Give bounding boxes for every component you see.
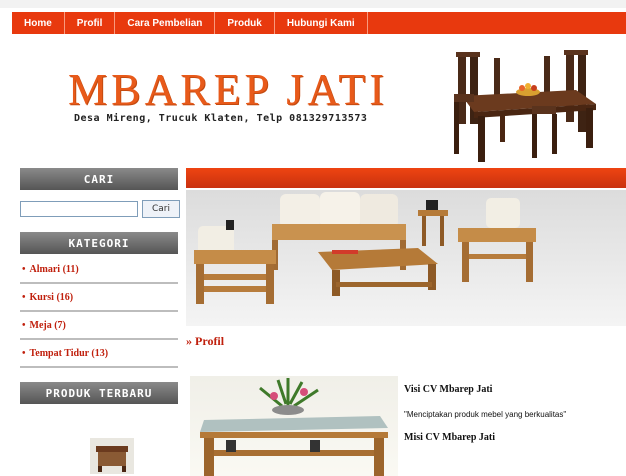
search-row: Cari — [20, 200, 186, 218]
category-list: • Almari (11) • Kursi (16) • Meja (7) • Temp… — [20, 256, 186, 368]
search-input[interactable] — [20, 201, 138, 217]
browser-top-strip — [0, 0, 626, 8]
category-label: Almari (11) — [29, 263, 79, 275]
new-products-heading: PRODUK TERBARU — [20, 382, 178, 404]
main-nav: Home Profil Cara Pembelian Produk Hubung… — [12, 12, 626, 34]
bullet-icon: • — [22, 319, 26, 331]
visi-heading: Visi CV Mbarep Jati — [404, 384, 493, 395]
search-button[interactable]: Cari — [142, 200, 180, 218]
profile-photo — [190, 376, 398, 476]
glass-table-image — [200, 378, 388, 476]
category-label: Kursi (16) — [29, 291, 74, 303]
content-header-bar — [186, 168, 626, 188]
category-almari[interactable]: • Almari (11) — [20, 256, 178, 284]
nav-cara-pembelian[interactable]: Cara Pembelian — [115, 12, 216, 34]
category-heading: KATEGORI — [20, 232, 178, 254]
nav-profil[interactable]: Profil — [65, 12, 116, 34]
new-product-thumbnail[interactable] — [90, 438, 134, 474]
nav-hubungi-kami[interactable]: Hubungi Kami — [275, 12, 368, 34]
bullet-icon: • — [22, 263, 26, 275]
category-meja[interactable]: • Meja (7) — [20, 312, 178, 340]
nav-produk[interactable]: Produk — [215, 12, 275, 34]
site-logo-title[interactable]: MBAREP JATI — [68, 64, 388, 115]
sofa-set-image — [194, 192, 536, 304]
main-content: » Profil Visi CV Mbarep Jati "Menciptaka… — [186, 168, 626, 476]
profil-section-link[interactable]: » Profil — [186, 334, 224, 349]
category-label: Meja (7) — [29, 319, 66, 331]
living-room-banner — [186, 190, 626, 326]
bullet-icon: • — [22, 347, 26, 359]
site-address: Desa Mireng, Trucuk Klaten, Telp 0813297… — [74, 113, 368, 124]
page-frame: Home Profil Cara Pembelian Produk Hubung… — [12, 8, 626, 476]
bullet-icon: • — [22, 291, 26, 303]
site-header: MBAREP JATI Desa Mireng, Trucuk Klaten, … — [12, 34, 626, 166]
misi-heading: Misi CV Mbarep Jati — [404, 432, 496, 443]
visi-statement: "Menciptakan produk mebel yang berkualit… — [404, 410, 567, 419]
nav-home[interactable]: Home — [12, 12, 65, 34]
category-kursi[interactable]: • Kursi (16) — [20, 284, 178, 312]
category-tempat-tidur[interactable]: • Tempat Tidur (13) — [20, 340, 178, 368]
sidebar: CARI Cari KATEGORI • Almari (11) • Kursi (… — [20, 168, 186, 476]
search-heading: CARI — [20, 168, 178, 190]
category-label: Tempat Tidur (13) — [29, 347, 109, 359]
dining-set-image — [454, 50, 596, 162]
